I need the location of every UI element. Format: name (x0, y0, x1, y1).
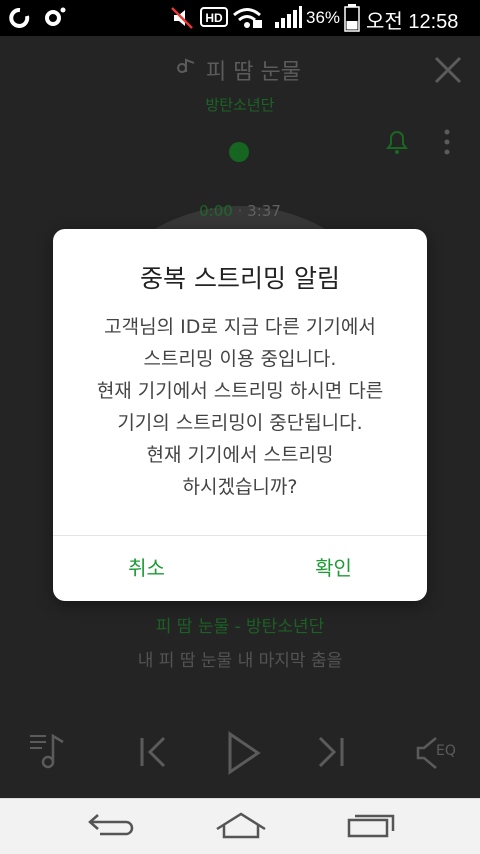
app-notification-icons (9, 7, 66, 28)
dialog-title: 중복 스트리밍 알림 (140, 264, 340, 293)
battery-icon (344, 4, 360, 32)
status-bar: HD 36% 오전 12:58 (0, 0, 480, 36)
clock: 오전 12:58 (366, 11, 459, 33)
dialog-message-line: 하시겠습니까? (182, 476, 298, 498)
dialog-message-line: 기기의 스트리밍이 중단됩니다. (117, 412, 363, 434)
mute-icon (171, 7, 193, 29)
home-icon[interactable] (214, 811, 268, 841)
recent-apps-icon[interactable] (346, 811, 396, 841)
signal-icon (275, 6, 302, 28)
back-icon[interactable] (86, 811, 136, 841)
dialog-message-line: 현재 기기에서 스트리밍 (146, 444, 334, 466)
dialog-message: 고객님의 ID로 지금 다른 기기에서 스트리밍 이용 중입니다. 현재 기기에… (53, 311, 427, 503)
duplicate-streaming-dialog: 중복 스트리밍 알림 고객님의 ID로 지금 다른 기기에서 스트리밍 이용 중… (53, 229, 427, 601)
cancel-button[interactable]: 취소 (53, 536, 240, 601)
battery-percent: 36% (306, 8, 341, 27)
dialog-message-line: 고객님의 ID로 지금 다른 기기에서 (104, 316, 376, 338)
dialog-message-line: 스트리밍 이용 중입니다. (143, 348, 337, 370)
hd-icon: HD (200, 7, 228, 27)
confirm-button[interactable]: 확인 (240, 536, 427, 601)
svg-text:HD: HD (205, 11, 223, 25)
wifi-icon (233, 8, 262, 28)
navigation-bar (0, 798, 480, 854)
dialog-message-line: 현재 기기에서 스트리밍 하시면 다른 (96, 380, 384, 402)
